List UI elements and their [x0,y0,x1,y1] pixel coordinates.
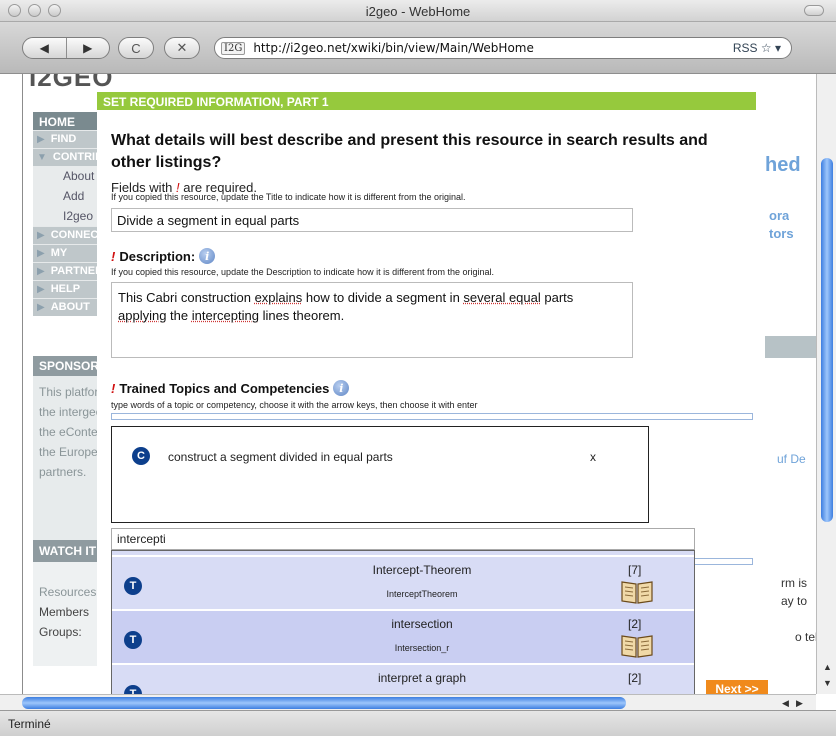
selected-topic: construct a segment divided in equal par… [168,450,393,464]
history-nav: ◀ ▶ [22,37,110,59]
desc-text: applying [118,308,167,323]
dialog-heading: What details will best describe and pres… [111,132,708,171]
topics-label: ! Trained Topics and Competencies i [111,380,350,396]
suggestion-count: [2] [628,671,642,685]
right-fragment: ora [769,208,790,223]
desc-text: intercepting [191,308,259,323]
desc-text: explains [254,290,303,305]
scroll-right-icon[interactable]: ▶ [796,698,803,709]
remove-topic-button[interactable]: x [590,450,596,464]
suggestion-item[interactable]: T Intercept-Theorem InterceptTheorem [7] [112,557,694,611]
info-icon[interactable]: i [199,248,216,264]
suggestion-dropdown: T Intercept-Theorem InterceptTheorem [7]… [111,550,695,696]
right-fragment: rm is [781,576,807,590]
suggestion-title: intersection [391,617,453,631]
topic-search-input[interactable]: intercepti [111,528,695,550]
nav-label: MY [50,247,68,259]
window-horizontal-scrollbar[interactable]: ◀ ▶ [0,694,816,710]
scroll-down-icon[interactable]: ▼ [823,678,832,688]
toolbar-toggle-icon[interactable] [804,5,824,16]
window-titlebar: i2geo - WebHome [0,0,836,22]
window-title: i2geo - WebHome [365,4,471,19]
forward-button[interactable]: ▶ [65,38,110,58]
triangle-down-icon: ▼ [37,152,47,163]
suggestion-count: [2] [628,617,642,631]
address-bar[interactable]: I2G http://i2geo.net/xwiki/bin/view/Main… [214,37,792,59]
desc-text: This Cabri construction [118,290,255,305]
url-text[interactable]: http://i2geo.net/xwiki/bin/view/Main/Web… [253,41,534,55]
site-favicon-icon: I2G [221,41,246,55]
nav-label: FIND [50,133,77,145]
window-scroll-thumb[interactable] [821,158,833,522]
description-label: ! Description: i [111,248,216,264]
browser-toolbar: ◀ ▶ C ✕ I2G http://i2geo.net/xwiki/bin/v… [0,22,836,74]
window-vertical-scrollbar[interactable]: ▲ ▼ [816,74,836,694]
stop-button[interactable]: ✕ [164,37,200,59]
topics-hint: type words of a topic or competency, cho… [111,400,478,410]
desc-text: parts [540,290,574,305]
topic-icon: T [124,631,142,649]
topics-input-bar[interactable] [111,413,753,420]
scroll-up-icon[interactable]: ▲ [823,662,832,672]
triangle-right-icon: ▶ [37,302,45,313]
desc-text: the [166,308,192,323]
book-icon[interactable] [620,633,654,659]
title-hint: If you copied this resource, update the … [111,192,466,202]
right-fragment[interactable]: uf De [777,452,806,466]
description-field[interactable]: This Cabri construction explains how to … [111,282,633,358]
right-fragment: ay to [781,594,808,608]
description-label-text: Description: [119,248,196,264]
status-bar: Terminé [0,710,836,736]
horizontal-scroll-thumb[interactable] [22,697,626,709]
info-icon[interactable]: i [333,380,350,396]
description-hint: If you copied this resource, update the … [111,267,495,277]
required-info-dialog: SET REQUIRED INFORMATION, PART 1 What de… [97,92,756,696]
back-button[interactable]: ◀ [23,38,66,58]
suggestion-subtitle: InterceptTheorem [386,589,458,599]
right-bar [765,336,816,358]
suggestion-item[interactable]: T intersection Intersection_r [2] [112,611,694,665]
reload-button[interactable]: C [118,37,154,59]
selected-topics-box: C construct a segment divided in equal p… [111,426,649,523]
triangle-right-icon: ▶ [37,248,45,259]
suggestion-title: Intercept-Theorem [372,563,472,577]
title-field[interactable]: Divide a segment in equal parts [111,208,633,232]
nav-label: ABOUT [50,301,90,313]
desc-text: lines theorem. [258,308,345,323]
dialog-title-bar: SET REQUIRED INFORMATION, PART 1 [97,92,756,110]
book-icon[interactable] [620,579,654,605]
nav-label: HELP [50,283,81,295]
triangle-right-icon: ▶ [37,284,45,295]
suggestion-subtitle: Intersection_r [394,643,450,653]
right-fragment: o tell [795,630,816,644]
right-fragment: tors [769,226,794,241]
suggestion-title: interpret a graph [377,671,467,685]
desc-text: several equal [463,290,541,305]
triangle-right-icon: ▶ [37,266,45,277]
topic-icon: T [124,577,142,595]
right-fragment: hed [765,154,801,176]
suggestion-item[interactable]: T interpret a graph [2] [112,665,694,695]
site-logo: I2GEO [29,74,114,92]
scroll-left-icon[interactable]: ◀ [782,698,789,709]
topics-label-text: Trained Topics and Competencies [119,380,330,396]
required-mark: ! [111,248,116,264]
competency-icon: C [132,447,150,465]
triangle-right-icon: ▶ [37,134,45,145]
suggestion-count: [7] [628,563,642,577]
rss-bookmark-icon[interactable]: RSS ☆ ▾ [733,41,781,55]
triangle-right-icon: ▶ [37,230,45,241]
required-mark: ! [111,380,116,396]
desc-text: how to divide a segment in [302,290,464,305]
